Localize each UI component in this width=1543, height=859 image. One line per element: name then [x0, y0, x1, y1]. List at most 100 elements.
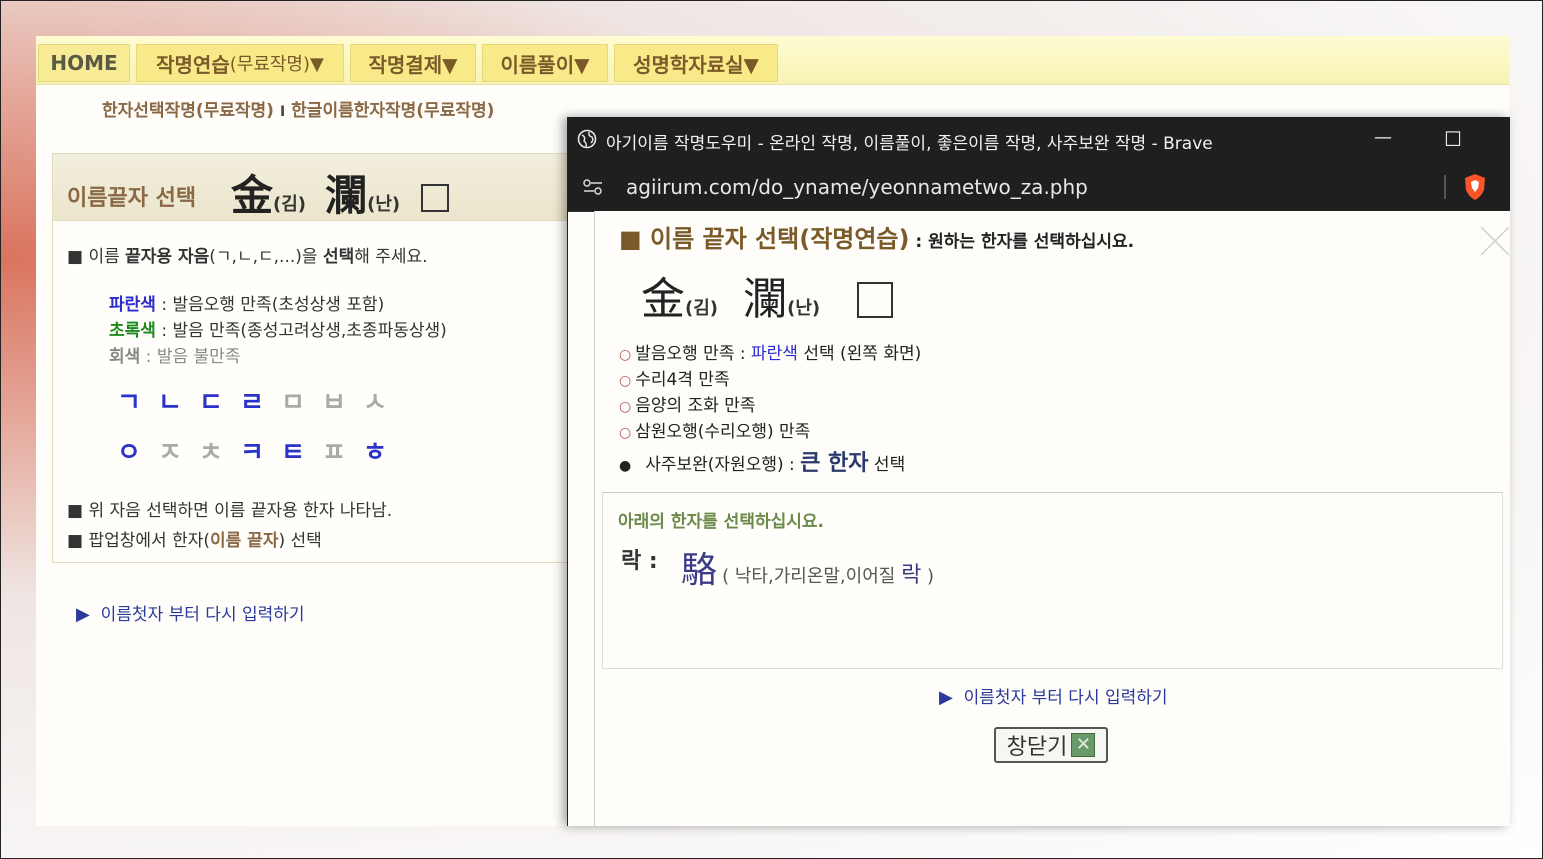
legend-blue: 파란색 : 발음오행 만족(초성상생 포함)	[109, 290, 384, 315]
jamo-ieung[interactable]: ㅇ	[114, 432, 144, 469]
legend-green: 초록색 : 발음 만족(종성고려상생,초종파동상생)	[109, 316, 447, 341]
redo-first-char-link[interactable]: ▶ 이름첫자 부터 다시 입력하기	[76, 600, 305, 625]
hanja-option-rak[interactable]: 駱 ( 낙타,가리온말,이어질 락 )	[681, 541, 934, 593]
first-name-reading: (난)	[367, 194, 401, 215]
top-navbar: HOME 작명연습 (무료작명)▼ 작명결제▼ 이름풀이▼ 성명학자료실▼	[36, 36, 1509, 85]
address-divider	[1444, 175, 1446, 199]
criterion-suri: ○ 수리4격 만족	[619, 365, 730, 390]
popup-redo-first-char-link[interactable]: ▶ 이름첫자 부터 다시 입력하기	[939, 683, 1168, 708]
jamo-tieut[interactable]: ㅌ	[278, 432, 308, 469]
jamo-giyeok[interactable]: ㄱ	[114, 382, 144, 419]
panel-title: 이름끝자 선택	[67, 186, 197, 211]
dot-bullet-icon: ●	[619, 458, 632, 474]
syllable-label: 락 :	[621, 549, 658, 574]
note-popup-select: ■ 팝업창에서 한자(이름 끝자) 선택	[67, 526, 322, 551]
popup-heading-sub: : 원하는 한자를 선택하십시요.	[909, 232, 1135, 252]
subnav-separator: I	[279, 104, 286, 120]
crit3: 음양의 조화 만족	[635, 396, 756, 416]
crit5-a: 사주보완(자원오행) :	[645, 455, 801, 475]
jamo-rieul[interactable]: ㄹ	[237, 382, 267, 419]
popup-heading: ■ 이름 끝자 선택(작명연습) : 원하는 한자를 선택하십시요.	[619, 219, 1134, 254]
note2-end: ) 선택	[278, 531, 322, 551]
window-titlebar: 아기이름 작명도우미 - 온라인 작명, 이름풀이, 좋은이름 작명, 사주보완…	[568, 117, 1510, 163]
legend-green-label: 초록색	[109, 321, 156, 341]
nav-analysis-label: 이름풀이▼	[500, 52, 590, 77]
crit1-b: 선택 (왼쪽 화면)	[797, 344, 922, 364]
popup-browser-window: 아기이름 작명도우미 - 온라인 작명, 이름풀이, 좋은이름 작명, 사주보완…	[567, 117, 1510, 826]
nav-home-label: HOME	[50, 51, 118, 75]
circle-bullet-icon: ○	[619, 373, 632, 389]
sub-navigation: 한자선택작명(무료작명) I 한글이름한자작명(무료작명)	[102, 96, 494, 121]
instr-bold1: 끝자용 자음	[125, 247, 210, 267]
selected-hanja-row: 金(김) 瀾(난)	[231, 162, 450, 223]
panel-header: 이름끝자 선택 金(김) 瀾(난)	[53, 154, 591, 221]
hanja-character[interactable]: 駱	[681, 550, 717, 591]
brave-shield-icon[interactable]	[1463, 173, 1487, 205]
maximize-button[interactable]: ☐	[1444, 127, 1462, 151]
nav-library-label: 성명학자료실▼	[633, 52, 759, 77]
hanja-selection-box: 아래의 한자를 선택하십시요. 락 : 駱 ( 낙타,가리온말,이어질 락 )	[602, 492, 1503, 669]
site-settings-icon[interactable]	[582, 177, 604, 201]
note2-prefix: ■ 팝업창에서 한자(	[67, 531, 210, 551]
close-window-button[interactable]: 창닫기 ✕	[994, 727, 1108, 763]
legend-gray: 회색 : 발음 불만족	[109, 342, 240, 367]
redo-link-label: 이름첫자 부터 다시 입력하기	[100, 605, 305, 625]
nav-practice-sub: (무료작명)▼	[229, 54, 324, 75]
legend-gray-label: 회색	[109, 347, 141, 367]
popup-surname-hanja: 金	[641, 274, 685, 325]
criterion-samwon: ○ 삼원오행(수리오행) 만족	[619, 417, 810, 442]
note2-bold: 이름 끝자	[209, 531, 279, 551]
subnav-hangul-hanja-link[interactable]: 한글이름한자작명(무료작명)	[291, 101, 494, 121]
nav-home[interactable]: HOME	[38, 44, 130, 82]
select-hanja-prompt: 아래의 한자를 선택하십시요.	[618, 512, 824, 532]
name-last-char-panel: 이름끝자 선택 金(김) 瀾(난) ■ 이름 끝자용 자음(ㄱ,ㄴ,ㄷ,...)…	[52, 153, 592, 563]
jamo-jieut[interactable]: ㅈ	[155, 432, 185, 469]
popup-surname-reading: (김)	[685, 298, 719, 319]
jamo-hieut[interactable]: ㅎ	[360, 432, 390, 469]
instruction-text: ■ 이름 끝자용 자음(ㄱ,ㄴ,ㄷ,...)을 선택해 주세요.	[67, 242, 428, 267]
popup-content: ■ 이름 끝자 선택(작명연습) : 원하는 한자를 선택하십시요. 金(김) …	[594, 211, 1510, 826]
nav-naming-payment[interactable]: 작명결제▼	[350, 44, 476, 82]
first-name-hanja: 瀾	[325, 171, 368, 220]
empty-hanja-slot	[421, 184, 450, 212]
hanja-reading: 락	[901, 563, 922, 588]
legend-green-desc: : 발음 만족(종성고려상생,초종파동상생)	[155, 321, 447, 341]
criterion-saju: ● 사주보완(자원오행) : 큰 한자 선택	[619, 445, 905, 477]
surname-hanja: 金	[231, 171, 274, 220]
globe-icon	[577, 129, 597, 153]
popup-first-name-reading: (난)	[787, 298, 821, 319]
subnav-hanja-select-link[interactable]: 한자선택작명(무료작명)	[102, 101, 274, 121]
instr-bold2: 선택	[322, 247, 355, 267]
nav-name-library[interactable]: 성명학자료실▼	[614, 44, 778, 82]
window-title: 아기이름 작명도우미 - 온라인 작명, 이름풀이, 좋은이름 작명, 사주보완…	[606, 134, 1213, 154]
nav-practice-naming[interactable]: 작명연습 (무료작명)▼	[136, 44, 344, 82]
instr-prefix: ■ 이름	[67, 247, 126, 267]
address-bar: agiirum.com/do_yname/yeonnametwo_za.php	[568, 163, 1510, 212]
popup-heading-main: ■ 이름 끝자 선택(작명연습)	[619, 225, 910, 253]
circle-bullet-icon: ○	[619, 425, 632, 441]
jamo-kieuk[interactable]: ㅋ	[237, 432, 267, 469]
minimize-button[interactable]: —	[1374, 127, 1392, 148]
play-triangle-icon: ▶	[76, 604, 90, 625]
crit1-blue: 파란색	[751, 344, 798, 364]
crit5-big: 큰 한자	[800, 451, 869, 476]
jamo-digeut[interactable]: ㄷ	[196, 382, 226, 419]
jamo-pieup[interactable]: ㅍ	[319, 432, 349, 469]
popup-redo-link-label: 이름첫자 부터 다시 입력하기	[963, 688, 1168, 708]
jamo-siot[interactable]: ㅅ	[360, 382, 390, 419]
jamo-bieup[interactable]: ㅂ	[319, 382, 349, 419]
instr-mid: (ㄱ,ㄴ,ㄷ,...)을	[209, 247, 323, 267]
crit1-a: 발음오행 만족 :	[635, 344, 751, 364]
play-triangle-icon: ▶	[939, 687, 953, 708]
legend-gray-desc: : 발음 불만족	[140, 347, 241, 367]
jamo-mieum[interactable]: ㅁ	[278, 382, 308, 419]
jamo-chieut[interactable]: ㅊ	[196, 432, 226, 469]
popup-selected-hanja-row: 金(김) 瀾(난)	[641, 263, 894, 327]
nav-name-analysis[interactable]: 이름풀이▼	[482, 44, 608, 82]
note-jamo-shows-hanja: ■ 위 자음 선택하면 이름 끝자용 한자 나타남.	[67, 501, 393, 521]
url-field[interactable]: agiirum.com/do_yname/yeonnametwo_za.php	[626, 175, 1088, 199]
instr-end: 해 주세요.	[354, 247, 428, 267]
jamo-nieun[interactable]: ㄴ	[155, 382, 185, 419]
close-x-icon[interactable]	[1479, 225, 1510, 261]
legend-blue-label: 파란색	[109, 295, 156, 315]
